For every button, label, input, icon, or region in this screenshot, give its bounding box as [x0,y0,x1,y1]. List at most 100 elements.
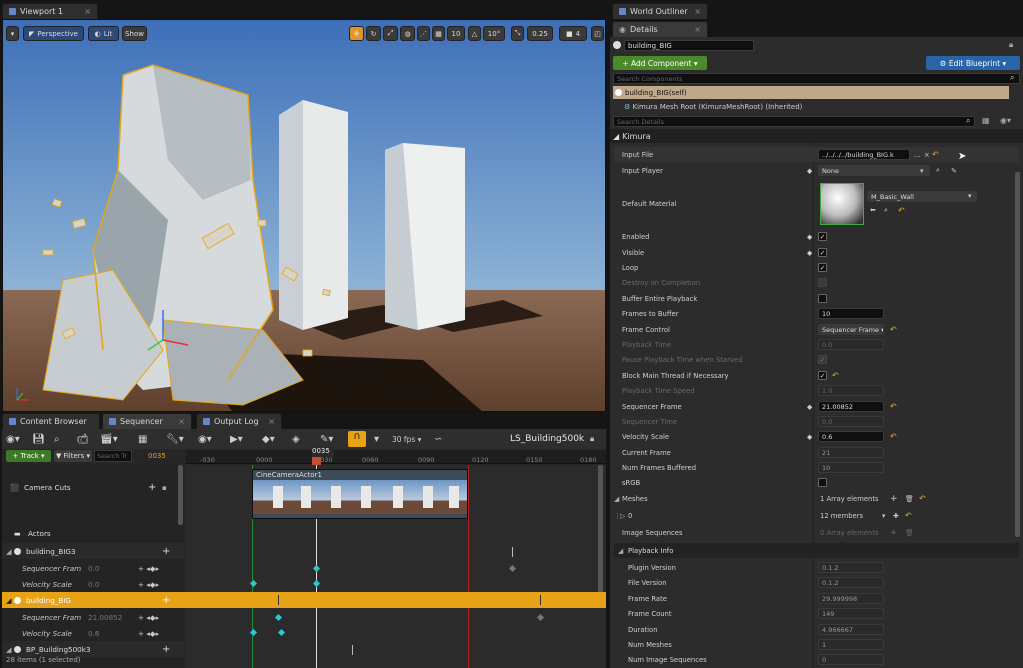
browse-button[interactable]: ... [914,151,920,159]
track-search-input[interactable]: Search Tr [94,450,132,462]
prop-meshes[interactable]: ◢ Meshes 1 Array elements + 🗑︎ ↶ [614,491,1019,506]
grid-snap-value[interactable]: 10 [447,26,465,41]
rotation-snap-toggle[interactable]: △ [468,26,481,41]
add-key-icon[interactable]: + ◂◆▸ [138,580,159,589]
block-main-checkbox[interactable]: ✓ [818,371,827,380]
add-element-icon[interactable]: + [890,494,898,504]
close-icon[interactable]: × [178,417,185,426]
picker-icon[interactable]: ✎ [951,167,957,175]
key-icon[interactable]: ◆ [807,167,812,175]
scale-snap-toggle[interactable]: ⤡ [511,26,524,41]
track-camera-cuts[interactable]: ⬛ Camera Cuts + ▪ [2,479,184,495]
lit-button[interactable]: ◐ Lit [88,26,119,41]
add-track-icon[interactable]: + [162,546,170,557]
lock-icon[interactable]: 🔒︎ [590,434,594,444]
clear-icon[interactable]: × [924,151,930,159]
grid-snap-toggle[interactable]: ▦ [432,26,445,41]
search-icon[interactable]: ⌕ [936,166,940,175]
add-track-icon[interactable]: + [162,644,170,655]
time-ruler[interactable]: -030 0000 0030 0060 0090 0120 0150 0180 [186,450,606,464]
object-name-field[interactable]: building_BIG [624,40,754,51]
world-local-button[interactable]: ◍ [400,26,415,41]
add-track-button[interactable]: + Track ▾ [6,450,51,462]
trash-icon[interactable]: 🗑︎ [905,495,914,503]
perspective-button[interactable]: ◤ Perspective [23,26,84,41]
search-components-input[interactable]: Search Components [613,73,1020,84]
magnet-snap-button[interactable]: ∩ [348,431,366,447]
tab-details[interactable]: ◉ Details × [612,21,708,37]
section-playback-info[interactable]: ◢ Playback Info [614,543,1019,558]
camera-lock-icon[interactable]: ▪ [162,483,167,492]
auto-key-icon[interactable]: ◈ [292,434,300,445]
close-icon[interactable]: × [694,25,701,34]
track-area-scrollbar[interactable] [598,465,603,595]
add-camera-icon[interactable]: + [148,482,156,493]
key-icon[interactable]: ◆ [807,233,812,241]
pencil-icon[interactable]: ✎▾ [320,434,333,445]
viewport-3d[interactable]: ▾ ◤ Perspective ◐ Lit Show ✥ ↻ ⤢ ◍ ⋰ ▦ 10 … [2,19,606,412]
mesh0-options[interactable]: ✚ [893,512,899,520]
playhead-label[interactable]: 0035 [312,447,334,457]
material-thumbnail[interactable] [820,183,864,225]
input-file-field[interactable]: ../../../../building_BIG.k [818,149,910,160]
add-key-icon[interactable]: + ◂◆▸ [138,613,159,622]
move-tool-button[interactable]: ✥ [349,26,364,41]
search-icon[interactable]: ⌕ [54,434,60,445]
playhead-handle[interactable] [312,457,321,465]
eye-icon[interactable]: ◉▾ [198,434,212,445]
reset-icon[interactable]: ↶ [905,511,912,520]
key-icon[interactable]: ◆▾ [262,434,275,445]
viewport-options-button[interactable]: ▾ [6,26,19,41]
current-frame-display[interactable]: 0035 [148,452,166,460]
section-kimura[interactable]: ◢ Kimura [610,129,1023,143]
reset-icon[interactable]: ↶ [919,494,926,503]
rotate-tool-button[interactable]: ↻ [366,26,381,41]
frames-to-buffer-field[interactable]: 10 [818,308,884,319]
blueprint-icon[interactable]: ▦ [138,434,147,445]
srgb-checkbox[interactable] [818,478,827,487]
lock-icon[interactable]: 🔒︎ [1009,40,1013,50]
add-component-button[interactable]: + Add Component ▾ [613,56,707,70]
tab-sequencer[interactable]: Sequencer × [102,413,192,429]
track-bp-building500k3[interactable]: ◢ BP_Building500k3 + [2,641,184,657]
visible-checkbox[interactable]: ✓ [818,248,827,257]
save-icon[interactable]: 💾︎ [32,434,45,445]
reset-icon[interactable]: ↶ [890,325,897,334]
chevron-down-icon[interactable]: ▾ [882,512,885,520]
tab-world-outliner[interactable]: World Outliner × [612,3,708,19]
end-marker[interactable] [468,465,469,668]
track-building-big3[interactable]: ◢ building_BIG3 + [2,543,184,559]
add-track-icon[interactable]: + [162,595,170,606]
tab-output-log[interactable]: Output Log × [196,413,282,429]
loop-checkbox[interactable]: ✓ [818,263,827,272]
track-param[interactable]: Velocity Scale 0.0 + ◂◆▸ [2,576,184,592]
track-param[interactable]: Velocity Scale 0.6 + ◂◆▸ [2,625,184,641]
rotation-snap-value[interactable]: 10° [483,26,505,41]
curve-editor-icon[interactable]: ∽ [434,434,442,445]
velocity-scale-field[interactable]: 0.6 [818,431,884,442]
input-player-dropdown[interactable]: None [818,165,930,176]
maximize-viewport-button[interactable]: ◰ [591,26,604,41]
frame-control-dropdown[interactable]: Sequencer Frame ▾ [818,324,884,335]
surface-snap-button[interactable]: ⋰ [417,26,430,41]
camera-cut-clip[interactable]: CineCameraActor1 [252,469,468,519]
track-param[interactable]: Sequencer Fram 21.00852 + ◂◆▸ [2,609,184,625]
buffer-entire-checkbox[interactable] [818,294,827,303]
component-root-item[interactable]: ⚙ Kimura Mesh Root (KimuraMeshRoot) (Inh… [624,103,802,111]
key-icon[interactable]: ◆ [807,403,812,411]
key-icon[interactable]: ◆ [807,433,812,441]
scale-snap-value[interactable]: 0.25 [527,26,553,41]
search-details-input[interactable]: Search Details [613,116,975,127]
chevron-down-icon[interactable]: ▾ [374,434,379,445]
component-self-item[interactable]: building_BIG(self) [613,86,1009,99]
render-movie-icon[interactable]: 🎬︎▾ [100,434,118,445]
key-icon[interactable]: ◆ [807,249,812,257]
reset-icon[interactable]: ↶ [890,402,897,411]
prop-mesh-0[interactable]: ⋮ ▷ 0 12 members ▾ ✚ ↶ [614,508,1019,523]
enabled-checkbox[interactable]: ✓ [818,232,827,241]
grid-view-icon[interactable]: ▦ [982,116,990,125]
reset-icon[interactable]: ↶ [832,371,839,380]
track-param[interactable]: Sequencer Fram 0.0 + ◂◆▸ [2,560,184,576]
filters-button[interactable]: ▼ Filters ▾ [54,450,92,462]
track-list-scrollbar[interactable] [178,465,183,525]
